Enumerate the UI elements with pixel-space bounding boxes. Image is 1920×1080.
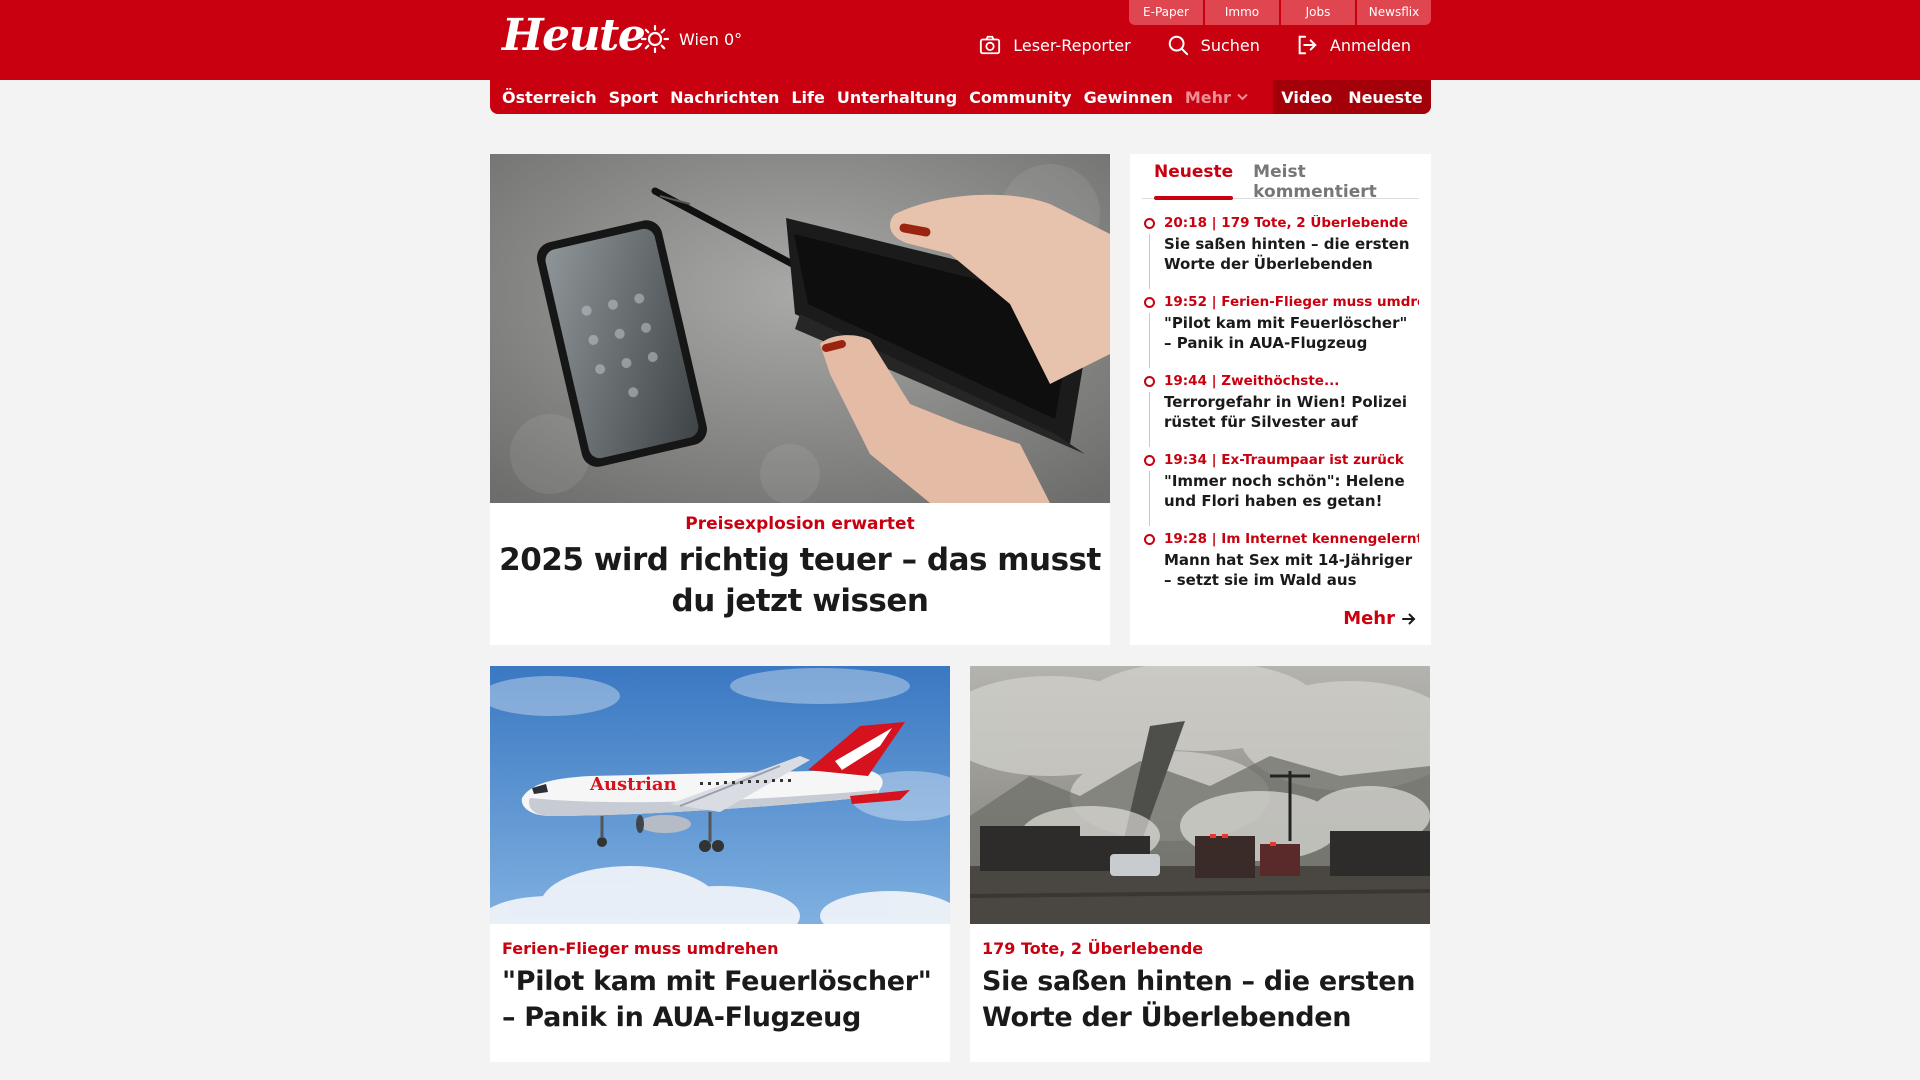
search-label: Suchen xyxy=(1200,35,1260,55)
timeline-line xyxy=(1149,392,1150,447)
nav-item-community[interactable]: Community xyxy=(969,88,1071,107)
nav-item-video[interactable]: Video xyxy=(1281,88,1332,107)
timeline-dot xyxy=(1144,455,1155,466)
tab-neueste[interactable]: Neueste xyxy=(1154,154,1234,200)
search-icon xyxy=(1168,35,1188,56)
feed-kicker: 20:18 | 179 Tote, 2 Überlebende xyxy=(1164,215,1408,231)
sidebar-more-label: Mehr xyxy=(1343,608,1395,629)
service-link-newsflix[interactable]: Newsflix xyxy=(1357,0,1431,25)
hero-headline[interactable]: 2025 wird richtig teuer – das musst du j… xyxy=(490,540,1110,622)
feed-title[interactable]: "Pilot kam mit Feuerlöscher" – Panik in … xyxy=(1164,313,1419,353)
sun-icon xyxy=(640,24,670,54)
camera-icon xyxy=(980,35,1001,55)
feed-kicker: 19:44 | Zweithöchste... xyxy=(1164,373,1340,389)
feed-item[interactable]: 19:28 | Im Internet kennengelernt Mann h… xyxy=(1144,531,1419,610)
service-links: E-Paper Immo Jobs Newsflix xyxy=(1129,0,1431,25)
aircraft-livery: Austrian xyxy=(589,774,677,795)
article-headline[interactable]: Sie saßen hinten – die ersten Worte der … xyxy=(982,964,1418,1036)
timeline-line xyxy=(1149,234,1150,289)
latest-feed: 20:18 | 179 Tote, 2 Überlebende Sie saße… xyxy=(1142,215,1419,610)
article-kicker: Ferien-Flieger muss umdrehen xyxy=(502,939,779,958)
latest-news-sidebar: Neueste Meist kommentiert 20:18 | 179 To… xyxy=(1130,154,1431,645)
timeline-line xyxy=(1149,313,1150,368)
article-kicker: 179 Tote, 2 Überlebende xyxy=(982,939,1204,958)
timeline-line xyxy=(1149,471,1150,526)
logout-icon xyxy=(1298,35,1317,55)
feed-item[interactable]: 19:52 | Ferien-Flieger muss umdrehen "Pi… xyxy=(1144,294,1419,373)
sidebar-tabs: Neueste Meist kommentiert xyxy=(1142,154,1419,202)
timeline-dot xyxy=(1144,218,1155,229)
article-card[interactable]: 179 Tote, 2 Überlebende Sie saßen hinten… xyxy=(970,666,1430,1062)
login-label: Anmelden xyxy=(1329,35,1411,55)
nav-item-life[interactable]: Life xyxy=(791,88,825,107)
sidebar-more-link[interactable]: Mehr xyxy=(1343,608,1417,629)
tab-meist-kommentiert[interactable]: Meist kommentiert xyxy=(1253,154,1419,202)
timeline-dot xyxy=(1144,534,1155,545)
nav-item-gewinnen[interactable]: Gewinnen xyxy=(1084,88,1173,107)
nav-item-oesterreich[interactable]: Österreich xyxy=(502,88,597,107)
feed-kicker: 19:52 | Ferien-Flieger muss umdrehen xyxy=(1164,294,1419,310)
hero-kicker: Preisexplosion erwartet xyxy=(685,514,915,534)
article-image[interactable] xyxy=(970,666,1430,924)
feed-kicker: 19:34 | Ex-Traumpaar ist zurück xyxy=(1164,452,1404,468)
article-headline[interactable]: "Pilot kam mit Feuerlöscher" – Panik in … xyxy=(502,964,938,1036)
top-header: Heute Wien 0° E-Paper Immo Jobs Newsflix xyxy=(0,0,1920,80)
feed-item[interactable]: 20:18 | 179 Tote, 2 Überlebende Sie saße… xyxy=(1144,215,1419,294)
feed-kicker: 19:28 | Im Internet kennengelernt xyxy=(1164,531,1419,547)
nav-more-label: Mehr xyxy=(1184,87,1231,107)
login-button[interactable]: Anmelden xyxy=(1296,34,1411,56)
hero-image[interactable] xyxy=(490,154,1110,503)
timeline-dot xyxy=(1144,376,1155,387)
feed-title[interactable]: "Immer noch schön": Helene und Flori hab… xyxy=(1164,471,1419,511)
site-logo[interactable]: Heute xyxy=(502,14,646,58)
service-link-immo[interactable]: Immo xyxy=(1205,0,1279,25)
feed-title[interactable]: Sie saßen hinten – die ersten Worte der … xyxy=(1164,234,1419,274)
service-link-epaper[interactable]: E-Paper xyxy=(1129,0,1203,25)
nav-item-neueste[interactable]: Neueste xyxy=(1348,88,1423,107)
chevron-down-icon xyxy=(1237,93,1248,101)
nav-item-unterhaltung[interactable]: Unterhaltung xyxy=(837,88,957,107)
article-card[interactable]: Austrian Ferien-Flieger muss umdrehen "P… xyxy=(490,666,950,1062)
header-actions: Leser-Reporter Suchen Anmelden xyxy=(979,34,1411,56)
weather-label: Wien 0° xyxy=(679,29,743,49)
nav-item-sport[interactable]: Sport xyxy=(609,88,659,107)
nav-highlight-group: Video Neueste xyxy=(1273,80,1431,114)
feed-item[interactable]: 19:34 | Ex-Traumpaar ist zurück "Immer n… xyxy=(1144,452,1419,531)
article-image[interactable]: Austrian xyxy=(490,666,950,924)
nav-item-nachrichten[interactable]: Nachrichten xyxy=(670,88,779,107)
weather-widget[interactable]: Wien 0° xyxy=(640,24,742,54)
main-navigation: Österreich Sport Nachrichten Life Unterh… xyxy=(490,80,1431,114)
nav-more-dropdown[interactable]: Mehr xyxy=(1185,88,1248,107)
search-button[interactable]: Suchen xyxy=(1167,34,1260,56)
arrow-right-icon xyxy=(1402,613,1416,624)
service-link-jobs[interactable]: Jobs xyxy=(1281,0,1355,25)
hero-article[interactable]: Preisexplosion erwartet 2025 wird richti… xyxy=(490,154,1110,645)
leser-reporter-label: Leser-Reporter xyxy=(1013,35,1131,55)
feed-item[interactable]: 19:44 | Zweithöchste... Terrorgefahr in … xyxy=(1144,373,1419,452)
leser-reporter-button[interactable]: Leser-Reporter xyxy=(979,34,1131,56)
feed-title[interactable]: Mann hat Sex mit 14-Jähriger – setzt sie… xyxy=(1164,550,1419,590)
feed-title[interactable]: Terrorgefahr in Wien! Polizei rüstet für… xyxy=(1164,392,1419,432)
timeline-dot xyxy=(1144,297,1155,308)
